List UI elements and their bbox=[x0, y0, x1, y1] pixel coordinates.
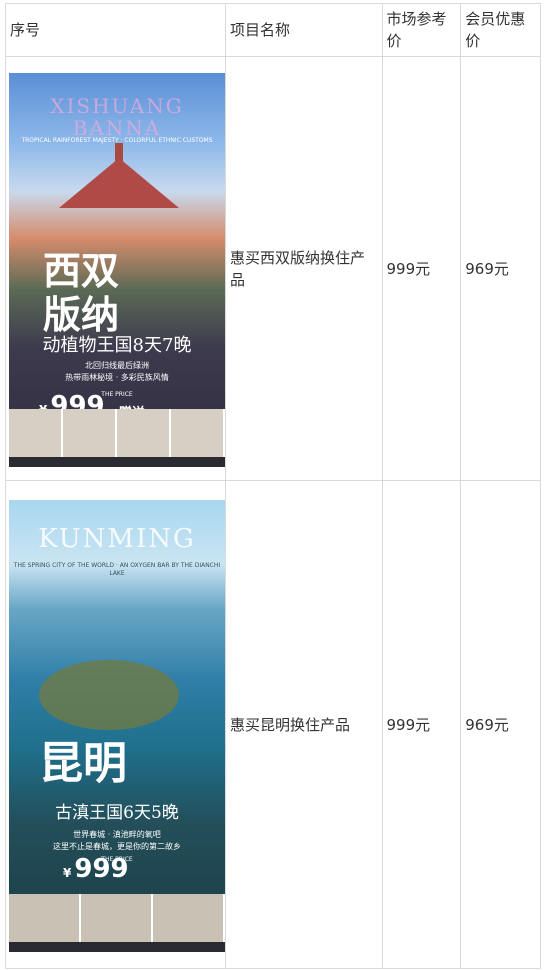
xishuangbanna-poster: XISHUANG BANNA TROPICAL RAINFOREST MAJES… bbox=[9, 72, 225, 467]
product-name-cell: 惠买西双版纳换住产品 bbox=[225, 56, 383, 481]
poster-cell: KUNMING THE SPRING CITY OF THE WORLD · A… bbox=[4, 480, 227, 969]
poster-footer bbox=[9, 456, 225, 467]
poster-subtitle: 动植物王国8天7晚 bbox=[42, 334, 192, 356]
poster-line1: 世界春城 · 滇池畔的氧吧 bbox=[73, 829, 161, 839]
kunming-poster: KUNMING THE SPRING CITY OF THE WORLD · A… bbox=[9, 499, 225, 952]
member-price-cell: 969元 bbox=[460, 480, 541, 969]
poster-en-sub: THE SPRING CITY OF THE WORLD · AN OXYGEN… bbox=[13, 561, 221, 577]
temple-roof bbox=[59, 157, 179, 208]
poster-cn-title: 昆明 bbox=[39, 737, 127, 789]
member-price-cell: 969元 bbox=[460, 56, 541, 481]
header-member-price: 会员优惠价 bbox=[460, 3, 541, 57]
product-name-cell: 惠买昆明换住产品 bbox=[225, 480, 383, 969]
market-price-cell: 999元 bbox=[381, 56, 462, 481]
poster-en-title: KUNMING bbox=[38, 523, 196, 554]
poster-line2: 热带雨林秘境 · 多彩民族风情 bbox=[65, 372, 169, 382]
hotel-photo-strip bbox=[9, 893, 225, 942]
poster-subtitle: 古滇王国6天5晚 bbox=[55, 802, 179, 823]
poster-line2: 这里不止是春城，更是你的第二故乡 bbox=[53, 841, 181, 851]
table-row: KUNMING THE SPRING CITY OF THE WORLD · A… bbox=[4, 480, 541, 969]
poster-cn-title: 西双版纳 bbox=[43, 247, 120, 337]
poster-en-title: XISHUANG BANNA bbox=[50, 93, 184, 140]
header-index: 序号 bbox=[4, 3, 227, 57]
table-row: XISHUANG BANNA TROPICAL RAINFOREST MAJES… bbox=[4, 56, 541, 481]
hotel-photo-strip bbox=[9, 408, 225, 457]
header-market-price: 市场参考价 bbox=[381, 3, 462, 57]
header-name: 项目名称 bbox=[225, 3, 383, 57]
island-shape bbox=[39, 659, 179, 730]
table-header-row: 序号 项目名称 市场参考价 会员优惠价 bbox=[4, 3, 541, 57]
poster-footer bbox=[9, 941, 225, 952]
poster-line1: 北回归线最后绿洲 bbox=[85, 360, 149, 370]
poster-price: ¥999 bbox=[63, 853, 129, 884]
market-price-cell: 999元 bbox=[381, 480, 462, 969]
product-table: 序号 项目名称 市场参考价 会员优惠价 XISHUANG BANNA TROPI… bbox=[4, 3, 541, 969]
poster-cell: XISHUANG BANNA TROPICAL RAINFOREST MAJES… bbox=[4, 56, 227, 481]
